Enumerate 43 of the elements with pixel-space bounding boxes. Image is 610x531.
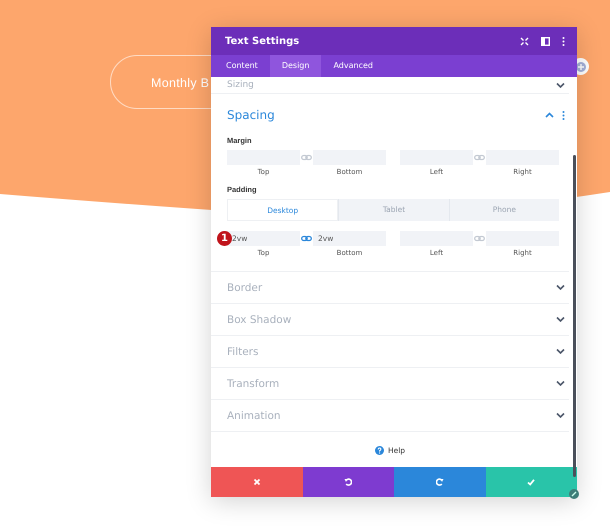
help-icon bbox=[374, 446, 384, 455]
undo-button[interactable] bbox=[302, 467, 394, 497]
section-title[interactable]: Animation bbox=[227, 410, 281, 422]
cancel-button[interactable] bbox=[211, 467, 302, 497]
section-title[interactable]: Filters bbox=[227, 346, 258, 358]
input-field[interactable] bbox=[227, 150, 300, 165]
input-field[interactable] bbox=[313, 150, 386, 165]
section-title[interactable]: Border bbox=[227, 282, 262, 294]
link-icon[interactable] bbox=[474, 235, 485, 242]
input-field[interactable] bbox=[486, 150, 559, 165]
input-field[interactable] bbox=[486, 231, 559, 246]
expand-icon bbox=[556, 412, 565, 419]
expand-icon bbox=[556, 82, 565, 88]
more-icon bbox=[562, 110, 565, 120]
redo-button[interactable] bbox=[394, 467, 486, 497]
input-field[interactable] bbox=[400, 150, 473, 165]
expand-icon bbox=[556, 316, 565, 323]
panel-title: Text Settings bbox=[225, 36, 300, 46]
expand-icon bbox=[556, 380, 565, 387]
expand-icon bbox=[556, 284, 565, 291]
expand-icon[interactable] bbox=[520, 36, 529, 46]
check-icon bbox=[527, 478, 536, 486]
section-title[interactable]: Sizing bbox=[227, 80, 254, 90]
tab[interactable]: Advanced bbox=[321, 55, 385, 77]
undo-icon bbox=[344, 478, 352, 486]
link-icon[interactable] bbox=[301, 235, 312, 242]
expand-icon bbox=[556, 348, 565, 355]
save-button[interactable] bbox=[486, 467, 577, 497]
redo-icon bbox=[436, 478, 444, 486]
resize-handle-icon[interactable] bbox=[569, 489, 579, 499]
link-icon[interactable] bbox=[474, 154, 485, 161]
section-title[interactable]: Box Shadow bbox=[227, 314, 292, 326]
tab[interactable]: Content bbox=[214, 55, 270, 77]
scrollbar[interactable] bbox=[573, 155, 576, 477]
tab[interactable]: Design bbox=[270, 55, 322, 77]
split-view-icon[interactable] bbox=[541, 36, 550, 46]
more-icon[interactable] bbox=[562, 36, 565, 46]
section-title[interactable]: Transform bbox=[227, 378, 280, 390]
link-icon[interactable] bbox=[301, 154, 312, 161]
collapse-icon bbox=[545, 112, 554, 118]
input-field[interactable] bbox=[400, 231, 473, 246]
section-title[interactable]: Spacing bbox=[227, 108, 275, 122]
close-icon bbox=[252, 478, 261, 486]
